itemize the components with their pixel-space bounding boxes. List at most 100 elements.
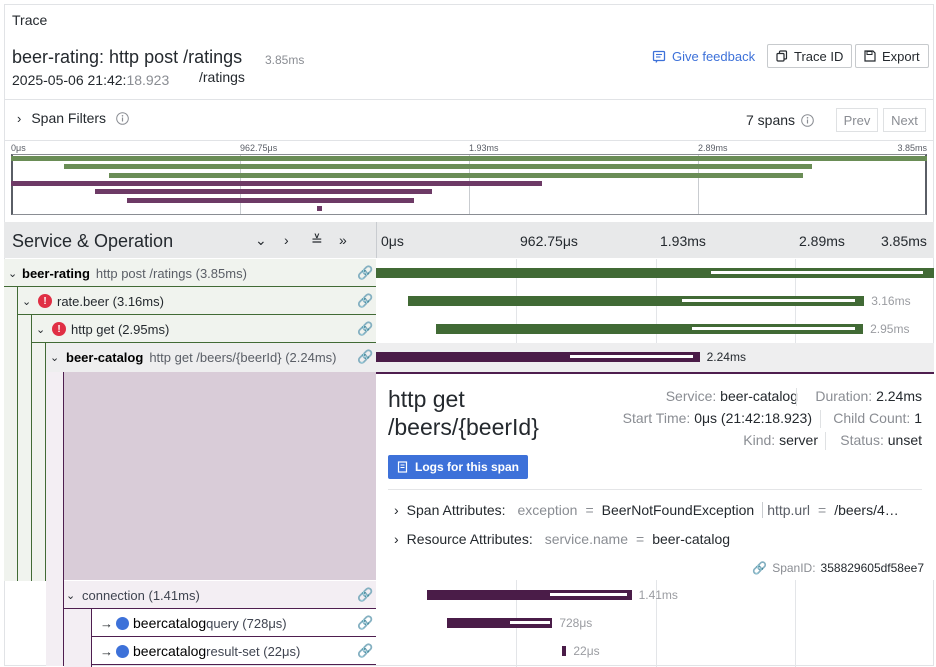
service-operation-header: Service & Operation bbox=[12, 231, 174, 251]
spans-count-label: 7 spans bbox=[746, 112, 796, 128]
minimap-tick: 3.85ms bbox=[897, 143, 927, 153]
span-bar-highlight bbox=[549, 593, 628, 596]
span-service: beercatalog bbox=[133, 615, 207, 631]
give-feedback-link[interactable]: Give feedback bbox=[652, 49, 755, 64]
trace-duration: 3.85ms bbox=[265, 53, 305, 67]
minimap-bars bbox=[11, 155, 927, 213]
give-feedback-label: Give feedback bbox=[672, 49, 756, 64]
span-duration-label: 2.95ms bbox=[870, 322, 910, 336]
trace-date-seconds: 18.923 bbox=[126, 72, 170, 88]
span-service: beer-rating bbox=[22, 265, 90, 281]
timeline-tick: 3.85ms bbox=[881, 233, 927, 249]
expand-all-icon[interactable]: » bbox=[339, 232, 347, 248]
timeline-tick: 962.75μs bbox=[520, 233, 578, 249]
minimap-span-bar bbox=[95, 189, 433, 195]
chevron-down-icon[interactable]: ⌄ bbox=[66, 589, 82, 602]
error-icon: ! bbox=[52, 322, 66, 336]
span-operation: http get /beers/{beerId} (2.24ms) bbox=[149, 349, 337, 365]
spans-count: 7 spans bbox=[746, 112, 814, 128]
trace-id-button[interactable]: Trace ID bbox=[767, 44, 853, 68]
span-bar-highlight bbox=[681, 299, 856, 302]
minimap-span-bar bbox=[316, 205, 323, 211]
timeline-bars: 3.16ms 2.95ms 2.24ms 1.41ms 728μs 22μs bbox=[376, 259, 934, 667]
error-icon: ! bbox=[38, 294, 52, 308]
span-bar[interactable] bbox=[562, 646, 567, 656]
export-label: Export bbox=[882, 48, 920, 64]
indent-guide bbox=[32, 343, 46, 581]
minimap-span-bar bbox=[64, 164, 813, 170]
expand-one-icon[interactable]: › bbox=[284, 232, 289, 248]
prev-button[interactable]: Prev bbox=[836, 108, 878, 132]
link-icon[interactable]: 🔗 bbox=[357, 321, 373, 337]
span-duration-label: 22μs bbox=[573, 644, 600, 658]
span-name-cell[interactable]: ⌄ connection (1.41ms) bbox=[66, 581, 356, 609]
column-splitter[interactable] bbox=[376, 222, 377, 258]
span-operation: connection (1.41ms) bbox=[82, 587, 200, 603]
minimap-span-bar bbox=[127, 197, 415, 203]
span-operation: http post /ratings (3.85ms) bbox=[95, 265, 247, 281]
chevron-down-icon[interactable]: ⌄ bbox=[36, 323, 52, 336]
arrow-right-icon: → bbox=[100, 615, 113, 631]
span-bar-highlight bbox=[710, 271, 923, 274]
indent-guide bbox=[18, 315, 32, 581]
collapse-one-icon[interactable]: ⌄ bbox=[255, 232, 267, 249]
span-operation: http get (2.95ms) bbox=[71, 321, 170, 337]
span-name-cell[interactable]: → beercatalog query (728μs) bbox=[100, 609, 356, 637]
span-name-cell[interactable]: ⌄ ! rate.beer (3.16ms) bbox=[22, 287, 376, 315]
trace-date-main: 2025-05-06 21:42: bbox=[12, 72, 127, 88]
panel-title: Trace bbox=[12, 12, 48, 28]
minimap-span-bar bbox=[109, 172, 804, 178]
service-dot-icon bbox=[116, 644, 129, 658]
link-icon[interactable]: 🔗 bbox=[357, 349, 373, 365]
span-duration-label: 3.16ms bbox=[871, 294, 911, 308]
span-bar-highlight bbox=[570, 355, 694, 358]
span-duration-label: 728μs bbox=[559, 616, 593, 630]
arrow-right-icon: → bbox=[100, 643, 113, 659]
timeline-tick: 2.89ms bbox=[799, 233, 845, 249]
trace-name: beer-rating: http post /ratings bbox=[12, 47, 243, 67]
span-operation: result-set (22μs) bbox=[206, 643, 301, 659]
info-icon bbox=[801, 113, 814, 127]
next-button[interactable]: Next bbox=[883, 108, 926, 132]
copy-icon bbox=[776, 50, 788, 62]
span-bar-highlight bbox=[510, 621, 551, 624]
save-icon bbox=[864, 50, 876, 62]
link-icon[interactable]: 🔗 bbox=[357, 587, 373, 603]
trace-date: 2025-05-06 21:42:18.923 bbox=[12, 72, 169, 88]
header-divider bbox=[4, 99, 934, 100]
link-icon[interactable]: 🔗 bbox=[357, 643, 373, 659]
minimap-tick: 0μs bbox=[11, 143, 26, 153]
chevron-right-icon: › bbox=[17, 110, 22, 126]
span-name-cell[interactable]: → beercatalog result-set (22μs) bbox=[100, 637, 356, 665]
minimap-tick: 1.93ms bbox=[469, 143, 499, 153]
span-service: beercatalog bbox=[133, 643, 207, 659]
service-dot-icon bbox=[116, 616, 129, 630]
chevron-down-icon[interactable]: ⌄ bbox=[22, 295, 38, 308]
span-name-cell[interactable]: ⌄ beer-rating http post /ratings (3.85ms… bbox=[8, 259, 376, 287]
link-icon[interactable]: 🔗 bbox=[357, 265, 373, 281]
span-service: beer-catalog bbox=[66, 349, 144, 365]
span-filters-toggle[interactable]: › Span Filters bbox=[17, 110, 129, 126]
timeline-tick: 1.93ms bbox=[660, 233, 706, 249]
trace-url: /ratings bbox=[199, 69, 245, 85]
export-button[interactable]: Export bbox=[855, 44, 929, 68]
trace-minimap[interactable]: 0μs 962.75μs 1.93ms 2.89ms 3.85ms bbox=[11, 143, 927, 215]
chevron-down-icon[interactable]: ⌄ bbox=[8, 267, 22, 280]
timeline-tick: 0μs bbox=[381, 233, 404, 249]
span-duration-label: 2.24ms bbox=[706, 350, 746, 364]
detail-indent bbox=[64, 372, 376, 580]
info-icon bbox=[116, 111, 129, 125]
feedback-icon bbox=[652, 50, 666, 63]
span-operation: query (728μs) bbox=[206, 615, 287, 631]
collapse-all-icon[interactable]: ≚ bbox=[311, 232, 323, 249]
trace-id-label: Trace ID bbox=[794, 48, 844, 64]
link-icon[interactable]: 🔗 bbox=[357, 615, 373, 631]
span-name-cell[interactable]: ⌄ beer-catalog http get /beers/{beerId} … bbox=[50, 343, 356, 371]
filters-divider bbox=[4, 140, 934, 141]
span-operation: rate.beer (3.16ms) bbox=[57, 293, 164, 309]
link-icon[interactable]: 🔗 bbox=[357, 293, 373, 309]
chevron-down-icon[interactable]: ⌄ bbox=[50, 351, 66, 364]
indent-guide bbox=[4, 287, 18, 581]
span-name-cell[interactable]: ⌄ ! http get (2.95ms) bbox=[36, 315, 376, 343]
minimap-span-bar bbox=[11, 180, 543, 186]
